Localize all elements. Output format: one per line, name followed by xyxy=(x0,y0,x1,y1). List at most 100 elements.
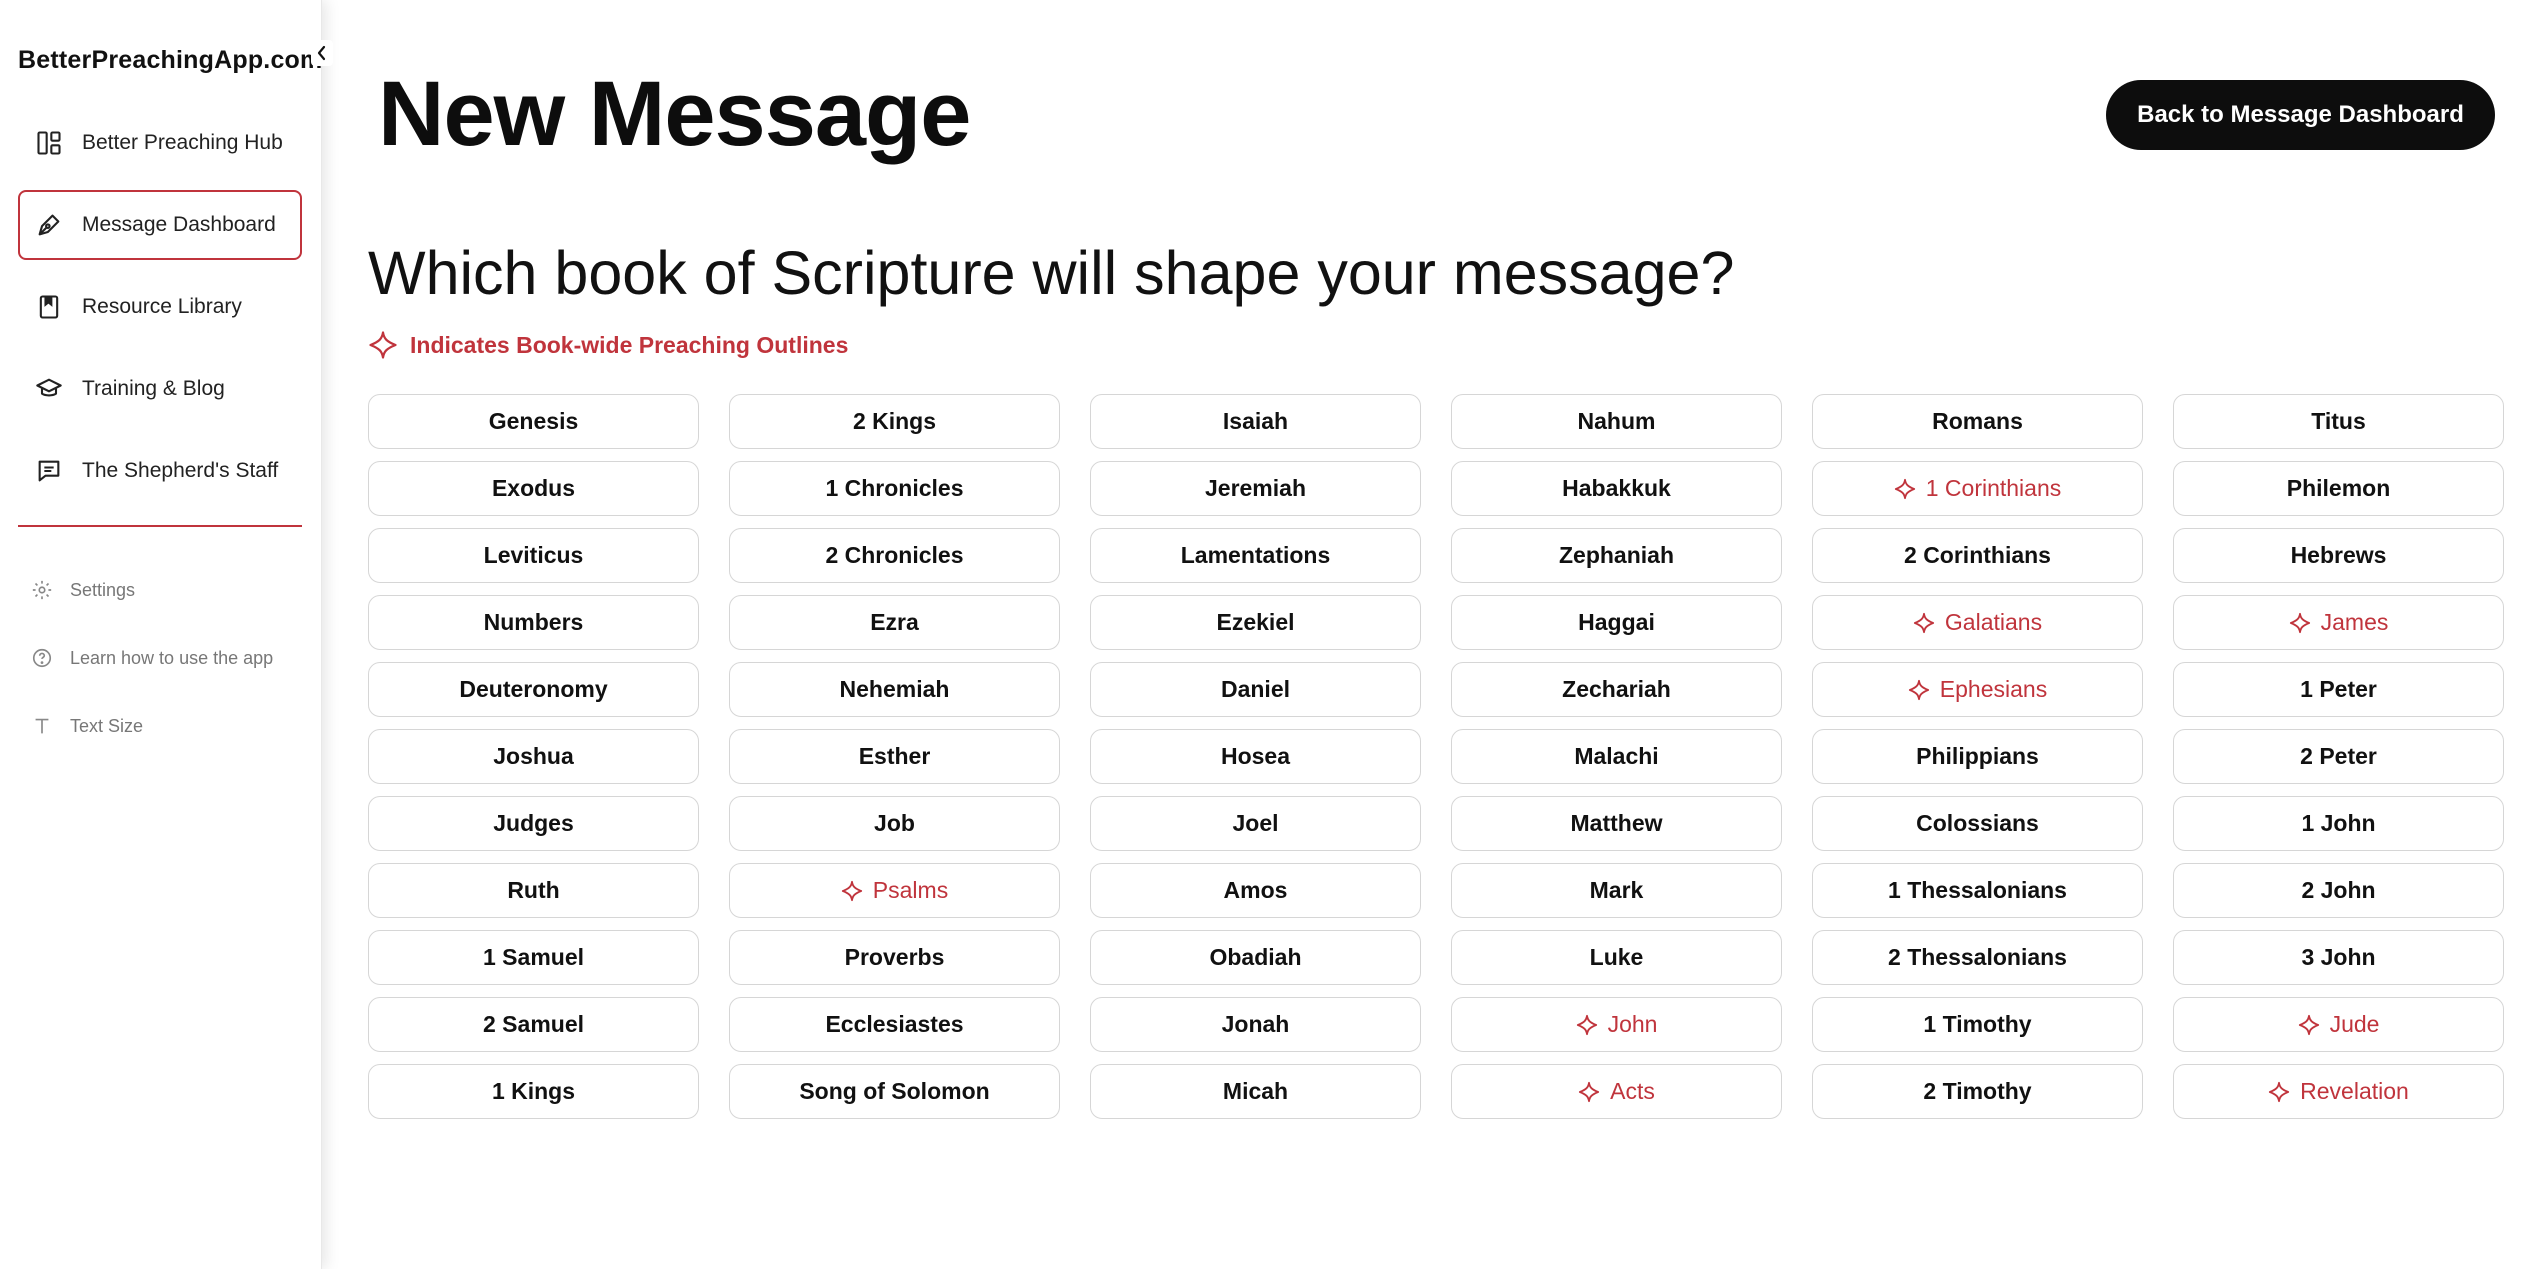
book-button[interactable]: Esther xyxy=(729,729,1060,784)
book-button[interactable]: 1 Timothy xyxy=(1812,997,2143,1052)
book-button[interactable]: 1 Thessalonians xyxy=(1812,863,2143,918)
book-button[interactable]: 3 John xyxy=(2173,930,2504,985)
book-label: 2 Samuel xyxy=(483,1011,584,1037)
book-button[interactable]: 2 Corinthians xyxy=(1812,528,2143,583)
back-to-dashboard-button[interactable]: Back to Message Dashboard xyxy=(2106,80,2495,150)
sidebar-item-message-dashboard[interactable]: Message Dashboard xyxy=(18,190,302,260)
book-button[interactable]: Nahum xyxy=(1451,394,1782,449)
book-label: Genesis xyxy=(488,408,579,434)
sidebar-item-text-size[interactable]: Text Size xyxy=(18,692,302,760)
text-size-icon xyxy=(30,714,54,738)
book-label: 2 Thessalonians xyxy=(1888,944,2067,970)
book-button[interactable]: Proverbs xyxy=(729,930,1060,985)
book-button[interactable]: Hosea xyxy=(1090,729,1421,784)
book-button[interactable]: Galatians xyxy=(1812,595,2143,650)
book-button[interactable]: 2 John xyxy=(2173,863,2504,918)
book-button[interactable]: 1 Peter xyxy=(2173,662,2504,717)
book-button[interactable]: Matthew xyxy=(1451,796,1782,851)
book-label: 1 Peter xyxy=(2300,676,2377,702)
book-button[interactable]: Mark xyxy=(1451,863,1782,918)
sparkle-icon xyxy=(1913,612,1934,633)
sidebar-item-resource-library[interactable]: Resource Library xyxy=(18,272,302,342)
book-button[interactable]: Amos xyxy=(1090,863,1421,918)
book-button[interactable]: Jonah xyxy=(1090,997,1421,1052)
book-button[interactable]: 2 Kings xyxy=(729,394,1060,449)
book-button[interactable]: Zephaniah xyxy=(1451,528,1782,583)
book-button[interactable]: Psalms xyxy=(729,863,1060,918)
sidebar-item-label: Settings xyxy=(70,579,136,600)
book-button[interactable]: 2 Thessalonians xyxy=(1812,930,2143,985)
sidebar-item-settings[interactable]: Settings xyxy=(18,556,302,624)
book-button[interactable]: Deuteronomy xyxy=(368,662,699,717)
book-button[interactable]: 2 Chronicles xyxy=(729,528,1060,583)
book-button[interactable]: 1 John xyxy=(2173,796,2504,851)
book-button[interactable]: Philemon xyxy=(2173,461,2504,516)
book-button[interactable]: Habakkuk xyxy=(1451,461,1782,516)
book-button[interactable]: John xyxy=(1451,997,1782,1052)
book-button[interactable]: Philippians xyxy=(1812,729,2143,784)
book-button[interactable]: Ezra xyxy=(729,595,1060,650)
book-button[interactable]: Isaiah xyxy=(1090,394,1421,449)
book-button[interactable]: Ecclesiastes xyxy=(729,997,1060,1052)
book-button[interactable]: Leviticus xyxy=(368,528,699,583)
sidebar-item-training-blog[interactable]: Training & Blog xyxy=(18,354,302,424)
brand-name: BetterPreachingApp.com xyxy=(18,46,323,74)
book-label: Nahum xyxy=(1577,408,1656,434)
book-button[interactable]: Genesis xyxy=(368,394,699,449)
book-button[interactable]: Hebrews xyxy=(2173,528,2504,583)
sidebar-item-learn-app[interactable]: Learn how to use the app xyxy=(18,624,302,692)
book-label: 2 Timothy xyxy=(1923,1078,2032,1104)
book-button[interactable]: 1 Samuel xyxy=(368,930,699,985)
book-button[interactable]: Jude xyxy=(2173,997,2504,1052)
book-button[interactable]: Job xyxy=(729,796,1060,851)
book-button[interactable]: Numbers xyxy=(368,595,699,650)
book-button[interactable]: Romans xyxy=(1812,394,2143,449)
collapse-sidebar-button[interactable] xyxy=(311,40,333,66)
book-label: James xyxy=(2320,609,2389,635)
book-button[interactable]: Ruth xyxy=(368,863,699,918)
book-button[interactable]: Nehemiah xyxy=(729,662,1060,717)
sparkle-icon xyxy=(841,880,862,901)
book-button[interactable]: 2 Timothy xyxy=(1812,1064,2143,1119)
book-button[interactable]: Ezekiel xyxy=(1090,595,1421,650)
sidebar-nav: Better Preaching Hub Message Dashboard R… xyxy=(18,108,302,518)
message-icon xyxy=(34,456,64,486)
book-button[interactable]: Judges xyxy=(368,796,699,851)
book-label: 2 John xyxy=(2301,877,2376,903)
book-button[interactable]: 1 Corinthians xyxy=(1812,461,2143,516)
book-button[interactable]: Daniel xyxy=(1090,662,1421,717)
sidebar-item-label: Resource Library xyxy=(82,295,242,318)
book-button[interactable]: Song of Solomon xyxy=(729,1064,1060,1119)
sparkle-icon xyxy=(1579,1081,1600,1102)
book-button[interactable]: Titus xyxy=(2173,394,2504,449)
book-label: 2 Corinthians xyxy=(1904,542,2051,568)
book-button[interactable]: Joshua xyxy=(368,729,699,784)
book-label: Amos xyxy=(1223,877,1288,903)
book-button[interactable]: Luke xyxy=(1451,930,1782,985)
book-button[interactable]: Micah xyxy=(1090,1064,1421,1119)
sidebar-item-shepherds-staff[interactable]: The Shepherd's Staff xyxy=(18,436,302,506)
book-button[interactable]: Haggai xyxy=(1451,595,1782,650)
book-button[interactable]: Joel xyxy=(1090,796,1421,851)
book-label: Titus xyxy=(2311,408,2366,434)
book-button[interactable]: 2 Peter xyxy=(2173,729,2504,784)
book-label: Leviticus xyxy=(483,542,584,568)
book-button[interactable]: Zechariah xyxy=(1451,662,1782,717)
sidebar-item-better-preaching-hub[interactable]: Better Preaching Hub xyxy=(18,108,302,178)
book-button[interactable]: Jeremiah xyxy=(1090,461,1421,516)
book-label: Zechariah xyxy=(1562,676,1671,702)
book-button[interactable]: James xyxy=(2173,595,2504,650)
book-button[interactable]: Obadiah xyxy=(1090,930,1421,985)
book-button[interactable]: 1 Kings xyxy=(368,1064,699,1119)
book-button[interactable]: Revelation xyxy=(2173,1064,2504,1119)
book-button[interactable]: 1 Chronicles xyxy=(729,461,1060,516)
graduation-cap-icon xyxy=(34,374,64,404)
book-button[interactable]: Exodus xyxy=(368,461,699,516)
book-button[interactable]: Colossians xyxy=(1812,796,2143,851)
book-button[interactable]: Ephesians xyxy=(1812,662,2143,717)
sparkle-icon xyxy=(1908,679,1929,700)
book-button[interactable]: 2 Samuel xyxy=(368,997,699,1052)
book-button[interactable]: Acts xyxy=(1451,1064,1782,1119)
book-button[interactable]: Lamentations xyxy=(1090,528,1421,583)
book-button[interactable]: Malachi xyxy=(1451,729,1782,784)
